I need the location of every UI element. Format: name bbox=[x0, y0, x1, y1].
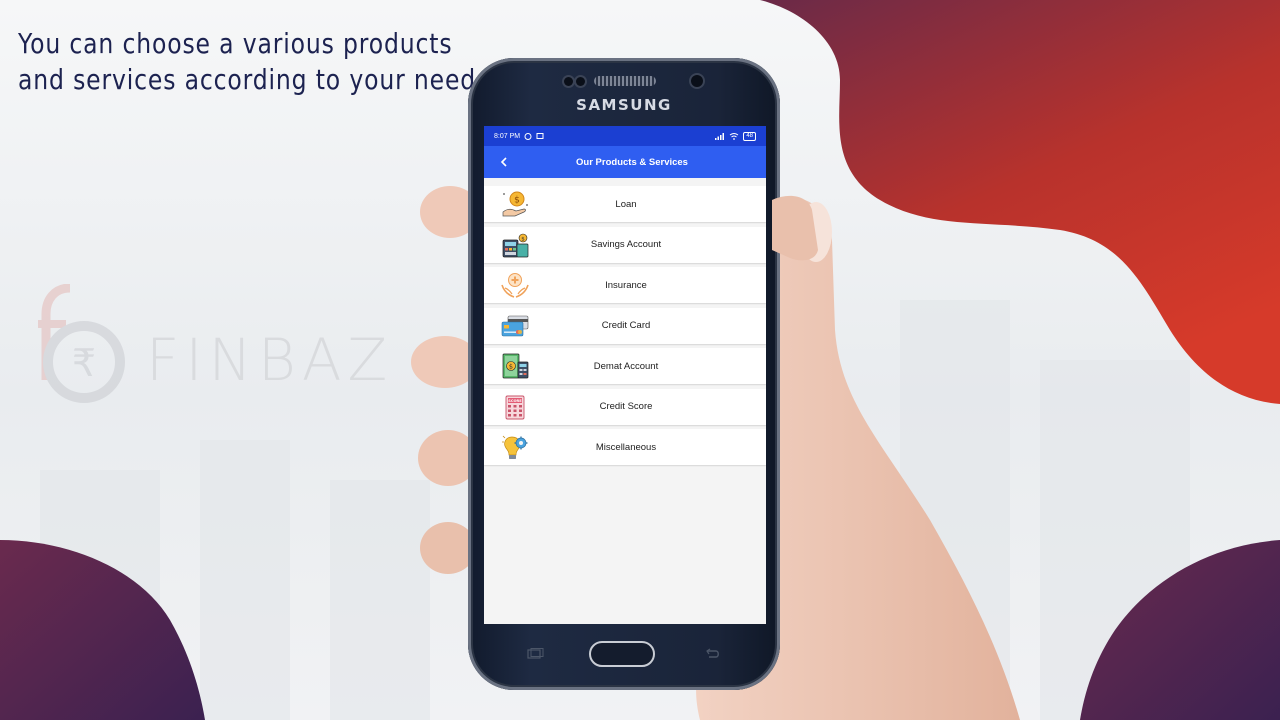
product-item-credit-card[interactable]: Credit Card bbox=[484, 307, 766, 344]
back-button[interactable] bbox=[494, 152, 514, 172]
front-camera-icon bbox=[691, 75, 703, 87]
svg-text:$: $ bbox=[509, 363, 513, 371]
signal-icon bbox=[715, 133, 725, 140]
earpiece-speaker bbox=[594, 76, 656, 86]
svg-text:SCORE: SCORE bbox=[508, 399, 522, 403]
product-item-miscellaneous[interactable]: Miscellaneous bbox=[484, 429, 766, 465]
alarm-icon bbox=[524, 133, 532, 140]
phone-device: SAMSUNG 8:07 PM 48 Our Products & Servic… bbox=[468, 58, 780, 690]
savings-calculator-icon: $ bbox=[502, 233, 529, 257]
sensor-icon bbox=[576, 77, 585, 86]
page-title: Our Products & Services bbox=[576, 156, 688, 168]
loan-hand-coin-icon: $ bbox=[502, 191, 528, 217]
home-button[interactable] bbox=[589, 641, 655, 667]
product-item-demat-account[interactable]: $ Demat Account bbox=[484, 348, 766, 384]
product-item-savings-account[interactable]: $ Savings Account bbox=[484, 226, 766, 263]
status-time: 8:07 PM bbox=[494, 132, 521, 140]
phone-screen: 8:07 PM 48 Our Products & Services $ Loa… bbox=[484, 126, 766, 624]
battery-level: 48 bbox=[746, 132, 753, 139]
back-chevron-icon bbox=[500, 157, 507, 167]
phone-brand: SAMSUNG bbox=[576, 96, 672, 114]
credit-score-icon: SCORE bbox=[505, 395, 525, 419]
insurance-hands-icon bbox=[501, 273, 529, 298]
svg-text:$: $ bbox=[514, 196, 520, 206]
recent-apps-icon[interactable] bbox=[526, 648, 544, 663]
back-key-icon[interactable] bbox=[704, 648, 722, 663]
svg-text:$: $ bbox=[521, 236, 525, 242]
product-item-credit-score[interactable]: SCORE Credit Score bbox=[484, 388, 766, 425]
status-bar: 8:07 PM 48 bbox=[484, 126, 766, 146]
demat-money-icon: $ bbox=[502, 353, 529, 379]
credit-card-icon bbox=[501, 315, 529, 336]
products-list: $ Loan $ Savings Account Insurance Credi… bbox=[484, 178, 766, 465]
wifi-icon bbox=[730, 133, 739, 140]
miscellaneous-bulb-icon bbox=[502, 435, 528, 459]
app-bar: Our Products & Services bbox=[484, 146, 766, 178]
product-item-loan[interactable]: $ Loan bbox=[484, 186, 766, 222]
product-item-insurance[interactable]: Insurance bbox=[484, 267, 766, 303]
sensor-icon bbox=[564, 77, 573, 86]
notification-icon bbox=[536, 133, 544, 139]
battery-icon: 48 bbox=[743, 131, 756, 141]
